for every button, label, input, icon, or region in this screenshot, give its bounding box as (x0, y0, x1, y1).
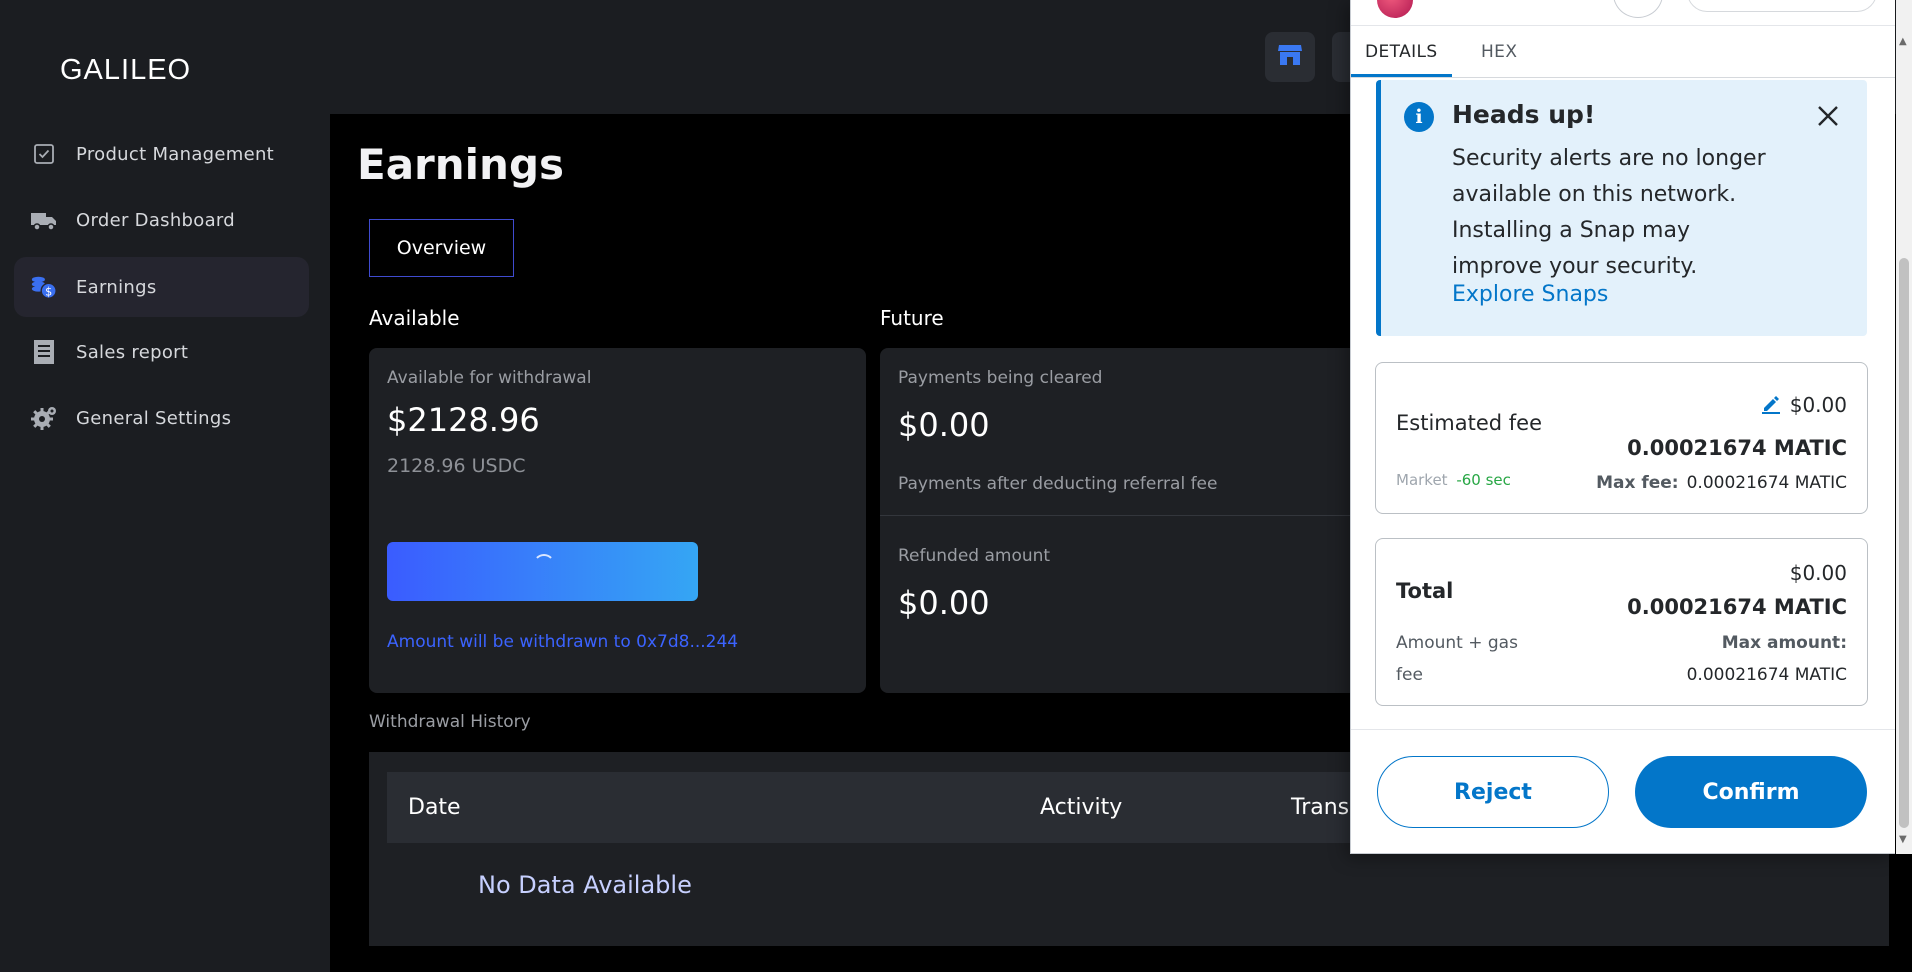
sidebar-item-label: Order Dashboard (76, 209, 236, 231)
security-alert: i Heads up! Security alerts are no longe… (1376, 80, 1867, 336)
no-data-message: No Data Available (478, 871, 692, 899)
sidebar-item-product-management[interactable]: Product Management (14, 124, 309, 184)
withdraw-address-note: Amount will be withdrawn to 0x7d8...244 (387, 632, 739, 652)
popup-tabs: DETAILS HEX (1351, 26, 1895, 78)
app-logo[interactable]: GALILEO (60, 54, 191, 87)
tab-hex[interactable]: HEX (1481, 42, 1517, 62)
max-amount-label: Max amount: (1721, 633, 1847, 653)
sidebar-item-label: Earnings (76, 276, 157, 298)
wallet-confirmation-popup: DETAILS HEX i Heads up! Security alerts … (1350, 0, 1895, 854)
store-button[interactable] (1265, 32, 1315, 82)
estimated-fee-box: $0.00 Estimated fee 0.00021674 MATIC Mar… (1375, 362, 1868, 514)
account-pill[interactable] (1687, 0, 1877, 12)
sidebar-item-order-dashboard[interactable]: Order Dashboard (14, 190, 309, 250)
withdrawal-history-label: Withdrawal History (369, 712, 531, 732)
info-icon: i (1404, 102, 1434, 132)
account-avatar[interactable] (1377, 0, 1413, 18)
max-amount-value: 0.00021674 MATIC (1686, 665, 1847, 685)
tab-details[interactable]: DETAILS (1365, 42, 1438, 62)
column-activity: Activity (1040, 795, 1123, 820)
cleared-label: Payments being cleared (898, 368, 1103, 388)
network-button[interactable] (1613, 0, 1663, 18)
scroll-up-arrow-icon[interactable]: ▲ (1899, 36, 1907, 47)
market-label: Market (1396, 471, 1448, 489)
fee-market[interactable]: Market -60 sec (1396, 471, 1511, 489)
receipt-icon (30, 338, 58, 366)
column-date: Date (408, 795, 461, 820)
store-icon (1277, 43, 1303, 71)
svg-text:$: $ (45, 285, 52, 298)
alert-title: Heads up! (1452, 100, 1596, 129)
available-amount: $2128.96 (387, 401, 540, 439)
total-matic: 0.00021674 MATIC (1627, 595, 1847, 619)
popup-account-bar (1351, 0, 1895, 26)
reject-button[interactable]: Reject (1377, 756, 1609, 828)
truck-icon (30, 206, 58, 234)
alert-body: Security alerts are no longer available … (1452, 146, 1766, 279)
footer-divider (1351, 729, 1895, 730)
close-icon[interactable] (1812, 100, 1844, 132)
loading-spinner-icon (533, 554, 555, 576)
explore-snaps-link[interactable]: Explore Snaps (1452, 282, 1608, 307)
future-section-label: Future (880, 306, 944, 330)
tab-overview[interactable]: Overview (369, 219, 514, 277)
refunded-label: Refunded amount (898, 546, 1051, 566)
available-section-label: Available (369, 306, 460, 330)
popup-scrollbar-thumb[interactable] (1899, 258, 1909, 828)
total-sub-label-1: Amount + gas (1396, 633, 1518, 653)
fee-matic: 0.00021674 MATIC (1627, 436, 1847, 460)
max-fee-label: Max fee: (1596, 473, 1679, 493)
future-card (880, 348, 1360, 693)
fee-usd-value: $0.00 (1789, 393, 1847, 417)
sidebar-item-label: Sales report (76, 341, 189, 363)
sidebar-item-label: Product Management (76, 143, 275, 165)
refunded-amount: $0.00 (898, 584, 990, 622)
sidebar-item-earnings[interactable]: $ Earnings (14, 257, 309, 317)
cleared-amount: $0.00 (898, 406, 990, 444)
scroll-down-arrow-icon[interactable]: ▼ (1899, 834, 1907, 845)
fee-usd: $0.00 (1760, 393, 1847, 420)
max-fee-value: 0.00021674 MATIC (1686, 473, 1847, 493)
available-usdc: 2128.96 USDC (387, 455, 526, 477)
withdraw-button[interactable] (387, 542, 698, 601)
cleared-note: Payments after deducting referral fee (898, 474, 1218, 494)
sidebar: GALILEO Product Management Order Dashboa… (0, 0, 330, 972)
card-divider (880, 515, 1350, 516)
total-sub-label-2: fee (1396, 665, 1423, 685)
total-box: $0.00 Total 0.00021674 MATIC Amount + ga… (1375, 538, 1868, 706)
coins-icon: $ (30, 273, 58, 301)
column-transaction: Trans (1291, 795, 1350, 820)
gear-icon (30, 404, 58, 432)
total-label: Total (1396, 579, 1454, 603)
market-time: -60 sec (1456, 471, 1511, 489)
available-subtitle: Available for withdrawal (387, 368, 592, 388)
checkbox-icon (30, 140, 58, 168)
max-fee: Max fee: 0.00021674 MATIC (1596, 473, 1847, 493)
total-usd: $0.00 (1789, 561, 1847, 585)
edit-fee-icon[interactable] (1760, 393, 1782, 420)
sidebar-item-sales-report[interactable]: Sales report (14, 322, 309, 382)
active-tab-indicator (1351, 74, 1452, 77)
sidebar-item-label: General Settings (76, 407, 232, 429)
estimated-fee-label: Estimated fee (1396, 411, 1542, 435)
sidebar-item-general-settings[interactable]: General Settings (14, 388, 309, 448)
confirm-button[interactable]: Confirm (1635, 756, 1867, 828)
page-title: Earnings (357, 140, 565, 189)
